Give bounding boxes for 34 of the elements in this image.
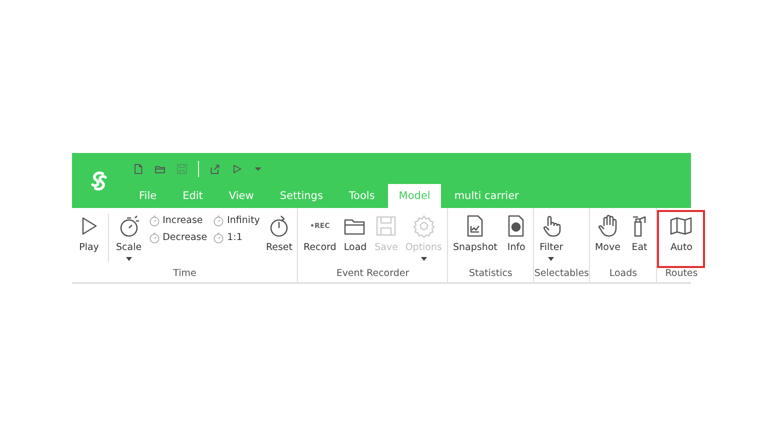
save-icon [374,214,398,238]
ribbon-button[interactable]: Decrease [146,231,210,244]
stopwatch-icon [148,214,161,227]
ribbon-button[interactable]: Eat [624,212,654,266]
stopwatch-icon [148,231,161,244]
ribbon-button[interactable]: Auto [659,212,704,266]
group-label: Selectables [534,268,589,281]
caret-icon [420,257,427,261]
save-icon [176,163,188,175]
group-label: Routes [664,268,699,281]
ribbon-button[interactable]: Infinity [210,214,262,227]
stopwatch-icon [212,214,226,227]
ribbon-button[interactable]: Info [501,212,532,266]
stopwatch-icon [212,231,226,244]
ribbon-button[interactable]: Snapshot [450,212,500,266]
ribbon-button[interactable]: Load [340,212,370,266]
group-label: Event Recorder [335,268,410,281]
document-icon [132,163,144,175]
ribbon-button[interactable]: Move [592,212,624,266]
ribbon-button[interactable]: Play [74,212,104,266]
caret-icon [126,257,132,261]
logo-icon [88,170,110,192]
export-icon [209,163,221,175]
group-label: Statistics [468,268,514,281]
group-label: Time [172,268,198,281]
ribbon-button[interactable]: Filter [536,212,566,266]
group-label: Loads [608,268,638,281]
ribbon-button[interactable]: 1:1 [210,231,262,244]
ribbon-button[interactable]: Reset [262,212,296,266]
ribbon-button[interactable]: Scale [113,212,145,266]
ribbon-button[interactable]: Increase [146,214,210,227]
caret-icon [548,257,554,261]
play-icon [231,163,243,175]
gear-icon [412,214,436,238]
